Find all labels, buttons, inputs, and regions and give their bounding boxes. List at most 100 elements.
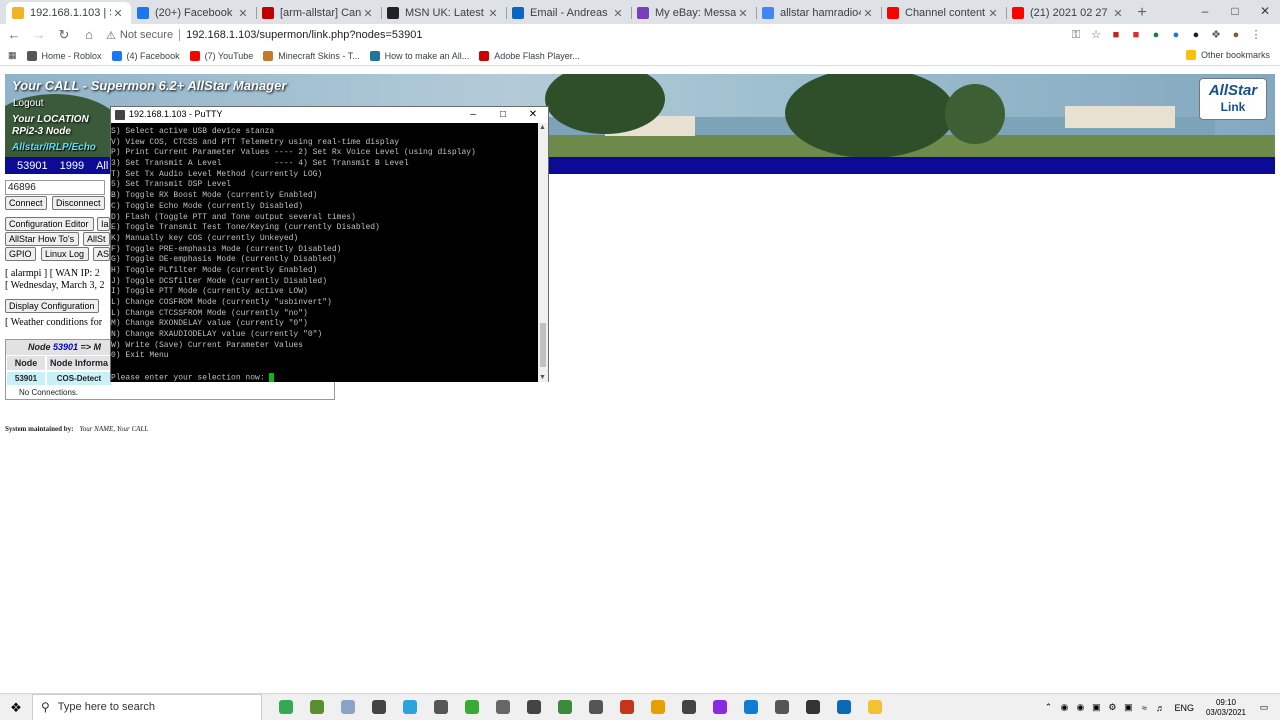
taskbar-app-chrome-icon[interactable] — [270, 694, 301, 720]
language-indicator[interactable]: ENG — [1174, 703, 1194, 713]
taskbar-app-minecraft-icon[interactable] — [301, 694, 332, 720]
taskbar-clock[interactable]: 09:10 03/03/2021 — [1206, 698, 1246, 718]
browser-tab[interactable]: 192.168.1.103 | Supermon✕ — [6, 2, 131, 24]
bookmark-item[interactable]: Adobe Flash Player... — [479, 50, 580, 61]
tab-close-icon[interactable]: ✕ — [861, 7, 875, 20]
tab-close-icon[interactable]: ✕ — [486, 7, 500, 20]
browser-tab[interactable]: MSN UK: Latest news, w✕ — [381, 2, 506, 24]
tray-app-icon-5[interactable]: ▣ — [1120, 702, 1136, 713]
address-bar[interactable]: ⚠ Not secure 192.168.1.103/supermon/link… — [106, 25, 1066, 45]
tab-close-icon[interactable]: ✕ — [236, 7, 250, 20]
browser-tab[interactable]: Channel content - YouT✕ — [881, 2, 1006, 24]
scroll-down-arrow-icon[interactable]: ▼ — [539, 374, 546, 381]
logout-link[interactable]: Logout — [13, 98, 44, 109]
putty-title-bar[interactable]: 192.168.1.103 - PuTTY – □ ✕ — [111, 107, 548, 123]
browser-tab[interactable]: allstar hamradio46896✕ — [756, 2, 881, 24]
tray-app-icon-3[interactable]: ▣ — [1088, 702, 1104, 713]
taskbar-app-notepad-icon[interactable] — [332, 694, 363, 720]
extension-dark-icon[interactable]: ● — [1186, 25, 1206, 45]
taskbar-app-media-icon[interactable] — [363, 694, 394, 720]
bookmark-item[interactable]: How to make an All... — [369, 50, 469, 61]
browser-tab[interactable]: Email - Andreas Macnic✕ — [506, 2, 631, 24]
taskbar-app-putty-icon[interactable] — [797, 694, 828, 720]
window-maximize-button[interactable]: □ — [1220, 0, 1250, 22]
browser-tab[interactable]: (21) 2021 02 27 09 02 4✕ — [1006, 2, 1131, 24]
tray-app-icon-4[interactable]: ⚙ — [1104, 702, 1120, 713]
putty-maximize-button[interactable]: □ — [488, 107, 518, 123]
tray-app-icon[interactable]: ◉ — [1056, 702, 1072, 713]
apps-grid-icon[interactable]: ▦ — [8, 50, 17, 61]
taskbar-app-edge-icon[interactable] — [735, 694, 766, 720]
bookmark-item[interactable]: Minecraft Skins - T... — [263, 50, 360, 61]
chevron-up-icon[interactable]: ⌃ — [1040, 702, 1056, 713]
more-menu-icon[interactable]: ⋮ — [1246, 25, 1266, 45]
taskbar-app-maps-icon[interactable] — [456, 694, 487, 720]
forward-arrow-icon[interactable]: → — [28, 24, 50, 46]
allstar-howtos-button[interactable]: AllStar How To's — [5, 232, 79, 246]
tab-close-icon[interactable]: ✕ — [736, 7, 750, 20]
taskbar-app-paint-icon[interactable] — [642, 694, 673, 720]
tab-close-icon[interactable]: ✕ — [1111, 7, 1125, 20]
taskbar-app-app-purple-icon[interactable] — [704, 694, 735, 720]
linux-log-button[interactable]: Linux Log — [41, 247, 89, 261]
wan-ip-link[interactable]: 2 — [95, 268, 100, 279]
asterisk-log-button[interactable]: AS — [93, 247, 110, 261]
bookmark-item[interactable]: (4) Facebook — [111, 50, 180, 61]
tab-close-icon[interactable]: ✕ — [361, 7, 375, 20]
putty-scrollbar[interactable]: ▲ ▼ — [538, 123, 548, 382]
gpio-button[interactable]: GPIO — [5, 247, 36, 261]
other-bookmarks-folder[interactable]: Other bookmarks — [1185, 50, 1270, 60]
extension-shield-icon[interactable]: ■ — [1106, 25, 1126, 45]
connect-button[interactable]: Connect — [5, 196, 47, 210]
tab-close-icon[interactable]: ✕ — [611, 7, 625, 20]
taskbar-app-calculator-icon[interactable] — [425, 694, 456, 720]
home-icon[interactable]: ⌂ — [78, 24, 100, 46]
taskbar-app-app-green-icon[interactable] — [549, 694, 580, 720]
nodebar-node[interactable]: 53901 — [17, 160, 48, 172]
new-tab-button[interactable]: + — [1131, 2, 1153, 24]
taskbar-app-app-blue-icon[interactable] — [828, 694, 859, 720]
bookmark-star-icon[interactable]: ☆ — [1086, 25, 1106, 45]
key-icon[interactable]: ⚿ — [1066, 25, 1086, 45]
terminal-output[interactable]: S) Select active USB device stanza V) Vie… — [111, 123, 539, 382]
scrollbar-thumb[interactable] — [540, 323, 546, 367]
disconnect-button[interactable]: Disconnect — [52, 196, 105, 210]
bookmark-item[interactable]: (7) YouTube — [189, 50, 253, 61]
taskbar-app-filezilla-icon[interactable] — [611, 694, 642, 720]
back-arrow-icon[interactable]: ← — [3, 24, 25, 46]
windows-start-icon[interactable]: ❖ — [0, 694, 32, 720]
taskbar-app-telegram-icon[interactable] — [394, 694, 425, 720]
window-close-button[interactable]: ✕ — [1250, 0, 1280, 22]
browser-tab[interactable]: My eBay: Messages✕ — [631, 2, 756, 24]
tab-close-icon[interactable]: ✕ — [986, 7, 1000, 20]
taskbar-app-app-pen-icon[interactable] — [766, 694, 797, 720]
taskbar-app-file-explorer-icon[interactable] — [859, 694, 890, 720]
nodebar-node-3[interactable]: All — [96, 160, 108, 172]
bookmark-item[interactable]: Home - Roblox — [26, 50, 102, 61]
extension-red-icon[interactable]: ■ — [1126, 25, 1146, 45]
reload-icon[interactable]: ↻ — [53, 24, 75, 46]
taskbar-app-store-icon[interactable] — [487, 694, 518, 720]
speaker-icon[interactable]: ♬ — [1152, 703, 1168, 713]
tab-close-icon[interactable]: ✕ — [111, 7, 125, 20]
taskbar-app-settings-icon[interactable] — [580, 694, 611, 720]
configuration-editor-button[interactable]: Configuration Editor — [5, 217, 94, 231]
node-link[interactable]: 53901 — [53, 342, 78, 352]
scroll-up-arrow-icon[interactable]: ▲ — [539, 124, 546, 131]
nodebar-node-2[interactable]: 1999 — [60, 160, 84, 172]
wifi-icon[interactable]: ≈ — [1136, 703, 1152, 713]
browser-tab[interactable]: (20+) Facebook ✕ — [131, 2, 256, 24]
node-number-input[interactable]: 46896 — [5, 180, 105, 195]
tray-app-icon-2[interactable]: ◉ — [1072, 702, 1088, 713]
putty-minimize-button[interactable]: – — [458, 107, 488, 123]
notification-icon[interactable]: ▭ — [1256, 702, 1272, 713]
ia-button[interactable]: Ia — [97, 217, 110, 231]
extension-green-icon[interactable]: ● — [1146, 25, 1166, 45]
extension-blue-icon[interactable]: ● — [1166, 25, 1186, 45]
extensions-puzzle-icon[interactable]: ❖ — [1206, 25, 1226, 45]
allstar-button[interactable]: AllSt — [83, 232, 110, 246]
putty-close-button[interactable]: ✕ — [518, 107, 548, 123]
display-configuration-button[interactable]: Display Configuration — [5, 299, 99, 313]
browser-tab[interactable]: [arm-allstar] Can Conn✕ — [256, 2, 381, 24]
taskbar-app-explorer-pin-icon[interactable] — [518, 694, 549, 720]
